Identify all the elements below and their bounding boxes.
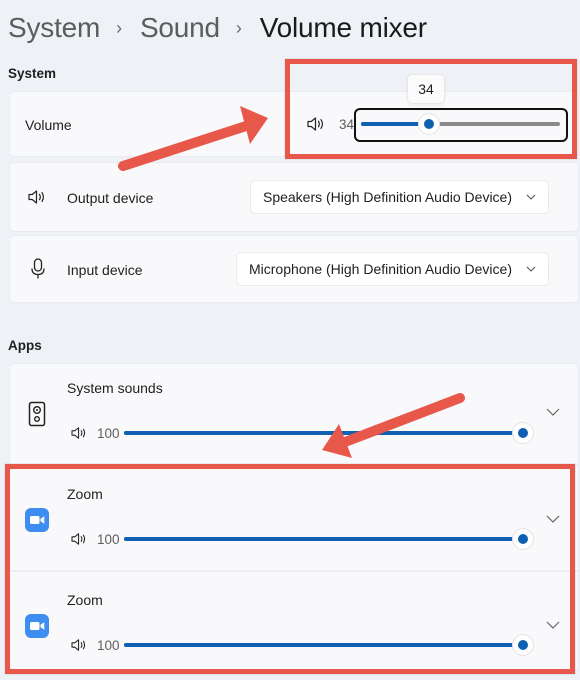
- output-device-card: Output device Speakers (High Definition …: [10, 163, 578, 231]
- speaker-icon[interactable]: [70, 532, 88, 546]
- app-volume-value: 100: [97, 426, 120, 441]
- chevron-down-icon[interactable]: [545, 406, 561, 418]
- page-title: Volume mixer: [259, 12, 427, 43]
- speaker-device-icon: [28, 401, 46, 427]
- slider-thumb[interactable]: [418, 114, 439, 134]
- slider-thumb[interactable]: [513, 635, 533, 655]
- app-name: Zoom: [67, 486, 103, 502]
- input-device-card: Input device Microphone (High Definition…: [10, 236, 578, 302]
- input-device-dropdown[interactable]: Microphone (High Definition Audio Device…: [236, 253, 548, 285]
- input-device-selected: Microphone (High Definition Audio Device…: [248, 261, 512, 277]
- breadcrumb-system[interactable]: System: [8, 12, 100, 44]
- slider-fill: [124, 643, 523, 647]
- divider: [10, 570, 578, 572]
- section-title-system: System: [8, 66, 57, 81]
- chevron-down-icon[interactable]: [545, 513, 561, 525]
- output-device-label: Output device: [67, 190, 154, 206]
- chevron-down-icon: [526, 266, 536, 272]
- microphone-icon: [30, 258, 46, 280]
- breadcrumb-separator: ›: [235, 17, 242, 38]
- speaker-icon[interactable]: [306, 116, 326, 132]
- zoom-app-icon: [25, 614, 49, 638]
- app-volume-slider[interactable]: [124, 423, 533, 443]
- volume-label: Volume: [25, 117, 72, 133]
- app-volume-slider[interactable]: [124, 635, 533, 655]
- apps-card: [10, 364, 578, 670]
- breadcrumb-separator: ›: [116, 17, 122, 38]
- volume-tooltip: 34: [408, 75, 444, 103]
- app-volume-value: 100: [97, 532, 120, 547]
- output-device-selected: Speakers (High Definition Audio Device): [262, 189, 512, 205]
- app-name: System sounds: [67, 380, 163, 396]
- speaker-icon: [27, 189, 47, 205]
- input-device-label: Input device: [67, 262, 143, 278]
- chevron-down-icon: [526, 194, 536, 200]
- system-volume-slider[interactable]: [361, 114, 560, 134]
- section-title-apps: Apps: [8, 338, 42, 353]
- slider-fill: [124, 431, 523, 435]
- system-volume-value: 34: [339, 117, 355, 132]
- breadcrumb: System › Sound › Volume mixer: [8, 8, 427, 48]
- output-device-dropdown[interactable]: Speakers (High Definition Audio Device): [250, 181, 548, 213]
- app-name: Zoom: [67, 592, 103, 608]
- speaker-icon[interactable]: [70, 638, 88, 652]
- chevron-down-icon[interactable]: [545, 619, 561, 631]
- breadcrumb-sound[interactable]: Sound: [140, 12, 220, 44]
- slider-thumb[interactable]: [513, 423, 533, 443]
- zoom-app-icon: [25, 508, 49, 532]
- speaker-icon[interactable]: [70, 426, 88, 440]
- slider-thumb[interactable]: [513, 529, 533, 549]
- app-volume-slider[interactable]: [124, 529, 533, 549]
- app-volume-value: 100: [97, 638, 120, 653]
- divider: [10, 464, 578, 466]
- slider-fill: [124, 537, 523, 541]
